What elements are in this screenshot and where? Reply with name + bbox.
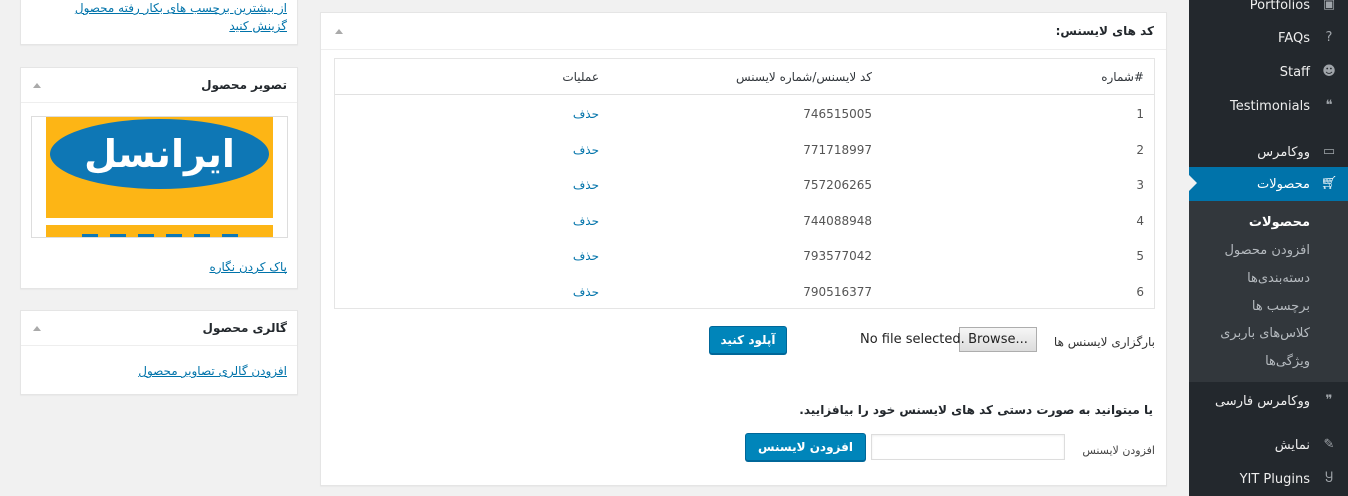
license-codes-box: کد های لایسنس: #شماره کد لایسنس/شماره لا… [320, 12, 1167, 486]
product-image-title: تصویر محصول [201, 78, 287, 92]
submenu-products[interactable]: محصولات [1189, 215, 1348, 230]
row-code: 757206265 [803, 178, 872, 192]
quote-icon: ❞ [1325, 393, 1333, 408]
menu-label: Testimonials [1229, 98, 1310, 114]
menu-label: Staff [1279, 64, 1310, 80]
delete-link[interactable]: حذف [573, 143, 599, 157]
table-row: 4 744088948 حذف [335, 203, 1154, 239]
menu-label: Portfolios [1249, 0, 1310, 13]
testimonial-icon: ❝ [1325, 98, 1333, 113]
collapse-arrow-icon[interactable] [335, 28, 343, 34]
product-gallery-box: گالری محصول افزودن گالری تصاویر محصول [20, 310, 298, 395]
submenu-shipping-classes[interactable]: کلاس‌های باربری [1189, 326, 1348, 341]
add-gallery-link[interactable]: افزودن گالری تصاویر محصول [138, 364, 287, 378]
row-number: 6 [1136, 284, 1144, 299]
yit-icon: Ⴘ [1324, 471, 1334, 486]
upload-label: بارگزاری لایسنس ها [1053, 335, 1155, 349]
delete-link[interactable]: حذف [573, 107, 599, 121]
upload-button[interactable]: آپلود کنید [709, 326, 787, 354]
product-image-box: تصویر محصول ایرانسل پاک کردن نگاره [20, 67, 298, 289]
logo-text: ایرانسل [84, 132, 235, 176]
row-number: 3 [1136, 178, 1144, 192]
menu-label: محصولات [1257, 176, 1310, 192]
menu-item-faqs[interactable]: ? FAQs [1189, 21, 1348, 55]
row-number: 5 [1136, 249, 1144, 263]
add-license-button[interactable]: افزودن لایسنس [745, 433, 866, 461]
manual-add-note: یا میتوانید به صورت دستی کد های لایسنس خ… [799, 403, 1153, 417]
menu-item-woocommerce[interactable]: ▭ ووکامرس [1189, 135, 1348, 169]
add-license-row: افزودن لایسنس افزودن لایسنس [321, 431, 1168, 463]
row-code: 746515005 [803, 107, 872, 121]
upload-row: بارگزاری لایسنس ها Browse... No file sel… [321, 326, 1168, 356]
delete-link[interactable]: حذف [573, 249, 599, 263]
menu-item-portfolios[interactable]: ▣ Portfolios [1189, 0, 1348, 22]
product-gallery-header[interactable]: گالری محصول [21, 311, 297, 346]
submenu-categories[interactable]: دسته‌بندی‌ها [1189, 271, 1348, 286]
table-row: 2 771718997 حذف [335, 132, 1154, 168]
tags-help-box: از بیشترین برچسب های بکار رفته محصول گزی… [20, 0, 298, 45]
groups-icon: ☻ [1322, 64, 1336, 79]
row-code: 790516377 [803, 284, 872, 299]
product-image-thumbnail[interactable]: ایرانسل [31, 116, 288, 238]
row-number: 1 [1136, 107, 1144, 121]
row-code: 771718997 [803, 142, 872, 157]
product-image-header[interactable]: تصویر محصول [21, 68, 297, 103]
admin-menu: ▣ Portfolios ? FAQs ☻ Staff ❝ Testimonia… [1189, 0, 1348, 496]
menu-item-appearance[interactable]: ✎ نمایش [1189, 428, 1348, 462]
menu-label: FAQs [1278, 30, 1310, 46]
table-row: 5 793577042 حذف [335, 238, 1154, 274]
logo-strip [46, 218, 273, 225]
license-input[interactable] [871, 434, 1065, 460]
row-code: 793577042 [803, 249, 872, 263]
browse-button[interactable]: Browse... [959, 327, 1037, 352]
logo-marks [82, 234, 247, 237]
remove-image-link[interactable]: پاک کردن نگاره [209, 260, 287, 274]
choose-tags-line1: از بیشترین برچسب های بکار رفته محصول [74, 1, 287, 15]
collapse-arrow-icon[interactable] [33, 82, 41, 88]
no-file-text: No file selected. [860, 332, 965, 347]
delete-link[interactable]: حذف [573, 285, 599, 299]
menu-item-products[interactable]: 🛒︎ محصولات [1189, 167, 1348, 201]
header-operations: عملیات [562, 70, 599, 84]
menu-item-staff[interactable]: ☻ Staff [1189, 55, 1348, 89]
choose-tags-link[interactable]: از بیشترین برچسب های بکار رفته محصول گزی… [31, 0, 287, 35]
choose-tags-line2: گزینش کنید [229, 19, 287, 33]
cart-icon: 🛒︎ [1320, 176, 1338, 191]
menu-label: YIT Plugins [1239, 471, 1310, 487]
product-gallery-title: گالری محصول [202, 321, 287, 335]
woo-icon: ▭ [1322, 144, 1336, 159]
header-code: کد لایسنس/شماره لایسنس [735, 70, 872, 84]
current-menu-pointer [1189, 175, 1197, 191]
submenu-add-product[interactable]: افزودن محصول [1189, 243, 1348, 258]
license-table: #شماره کد لایسنس/شماره لایسنس عملیات 1 7… [334, 58, 1155, 309]
delete-link[interactable]: حذف [573, 214, 599, 228]
table-row: 1 746515005 حذف [335, 96, 1154, 132]
table-row: 6 790516377 حذف [335, 274, 1154, 310]
table-row: 3 757206265 حذف [335, 167, 1154, 203]
license-codes-title: کد های لایسنس: [1055, 24, 1154, 38]
table-header: #شماره کد لایسنس/شماره لایسنس عملیات [335, 59, 1154, 95]
help-icon: ? [1325, 30, 1333, 45]
collapse-arrow-icon[interactable] [33, 325, 41, 331]
logo-background: ایرانسل [46, 117, 273, 218]
menu-item-persian-woocommerce[interactable]: ❞ ووکامرس فارسی [1189, 384, 1348, 418]
menu-label: ووکامرس [1257, 144, 1310, 160]
row-number: 4 [1136, 213, 1144, 228]
delete-link[interactable]: حذف [573, 178, 599, 192]
products-submenu: محصولات افزودن محصول دسته‌بندی‌ها برچسب … [1189, 201, 1348, 382]
menu-item-yit-plugins[interactable]: Ⴘ YIT Plugins [1189, 462, 1348, 496]
submenu-attributes[interactable]: ویژگی‌ها [1189, 354, 1348, 369]
header-number: #شماره [1101, 70, 1144, 84]
menu-label: نمایش [1274, 437, 1310, 453]
menu-item-testimonials[interactable]: ❝ Testimonials [1189, 89, 1348, 123]
appearance-icon: ✎ [1323, 437, 1335, 452]
row-code: 744088948 [803, 213, 872, 228]
submenu-tags[interactable]: برچسب ها [1189, 299, 1348, 314]
license-codes-header[interactable]: کد های لایسنس: [321, 13, 1166, 50]
portfolio-icon: ▣ [1322, 0, 1336, 12]
irancell-logo: ایرانسل [50, 119, 269, 189]
add-license-label: افزودن لایسنس [1082, 444, 1155, 457]
row-number: 2 [1136, 142, 1144, 157]
menu-label: ووکامرس فارسی [1214, 393, 1310, 409]
